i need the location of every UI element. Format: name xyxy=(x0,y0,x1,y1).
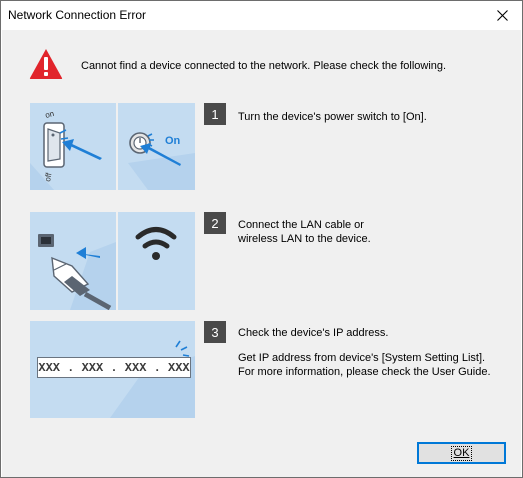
power-switch-illustration: on off xyxy=(30,103,116,190)
power-on-label: On xyxy=(165,135,181,147)
lan-cable-illustration xyxy=(30,212,116,310)
ok-button-label: OK xyxy=(450,445,473,461)
close-icon xyxy=(496,10,508,21)
step-2-instruction-line-1: Connect the LAN cable or xyxy=(238,219,364,231)
ok-button[interactable]: OK xyxy=(417,442,506,464)
dialog-body: Cannot find a device connected to the ne… xyxy=(2,30,521,477)
dialog-window: Network Connection Error Cannot find a d… xyxy=(0,0,523,478)
power-button-on-illustration: On xyxy=(118,103,195,190)
step-number-badge: 3 xyxy=(204,321,226,343)
warning-message: Cannot find a device connected to the ne… xyxy=(81,60,447,72)
wifi-illustration xyxy=(118,212,195,310)
step-3-instruction-line-3: For more information, please check the U… xyxy=(238,366,491,378)
ip-address-illustration: XXX . XXX . XXX . XXX xyxy=(30,321,195,418)
step-number-badge: 1 xyxy=(204,103,226,125)
step-3-instruction-line-1: Check the device's IP address. xyxy=(238,327,389,339)
warning-triangle-icon xyxy=(29,49,63,79)
step-2-instruction-line-2: wireless LAN to the device. xyxy=(238,233,371,245)
ip-address-placeholder: XXX . XXX . XXX . XXX xyxy=(37,357,191,378)
step-number-badge: 2 xyxy=(204,212,226,234)
close-button[interactable] xyxy=(482,1,522,30)
step-3-instruction-line-2: Get IP address from device's [System Set… xyxy=(238,352,486,364)
switch-on-label: on xyxy=(44,109,55,120)
step-1-instruction: Turn the device's power switch to [On]. xyxy=(238,111,427,123)
switch-off-label: off xyxy=(43,171,54,182)
window-title: Network Connection Error xyxy=(8,8,147,22)
title-bar: Network Connection Error xyxy=(1,1,522,30)
